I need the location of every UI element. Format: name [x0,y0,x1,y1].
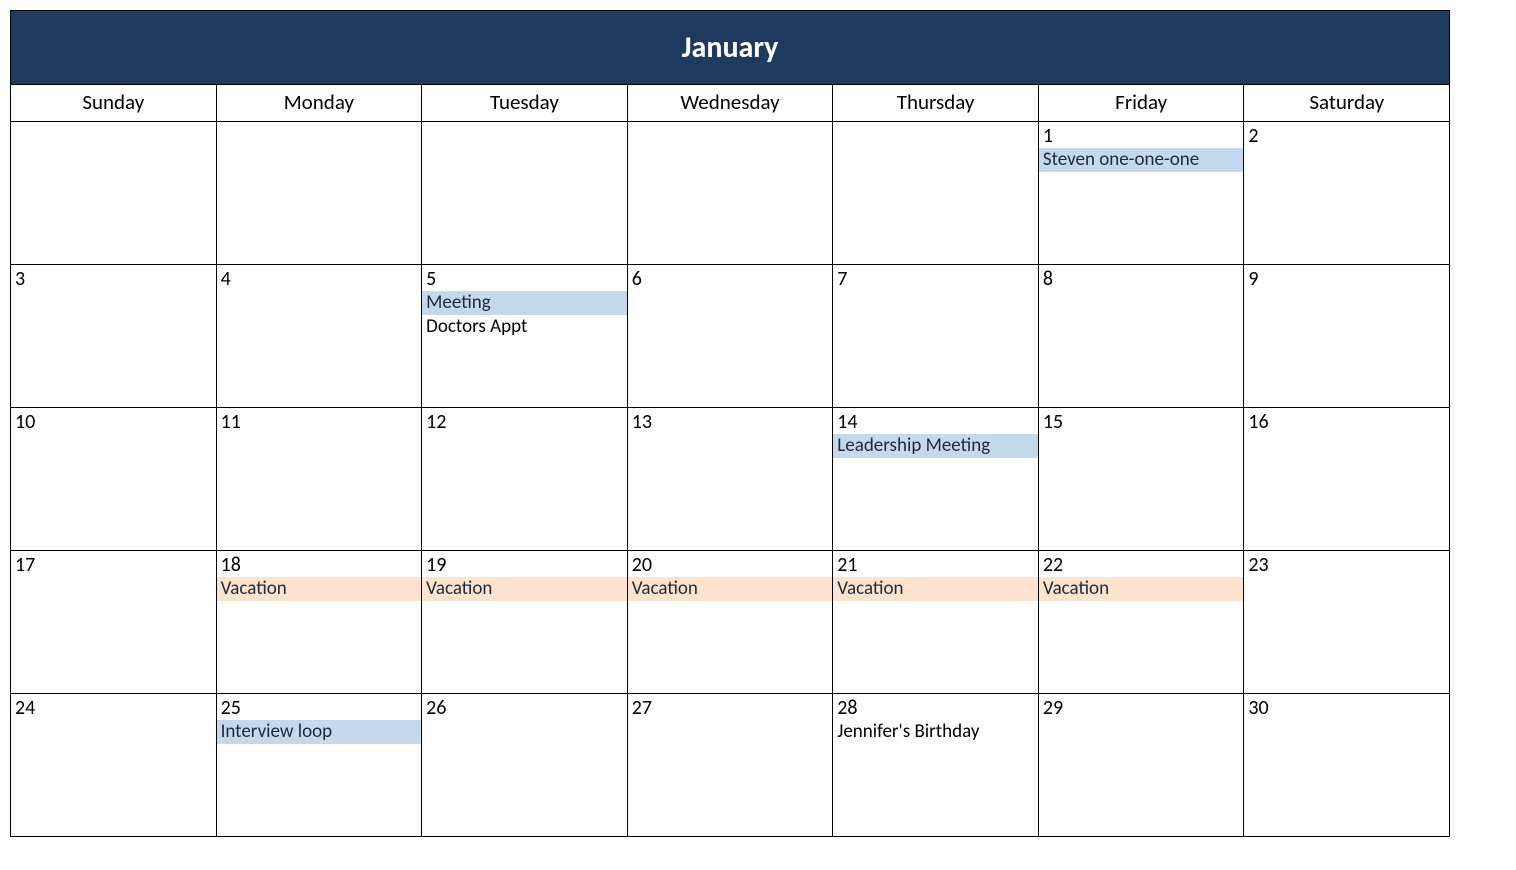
day-number: 11 [217,408,422,434]
calendar-event[interactable]: Jennifer's Birthday [833,720,1038,744]
weekday-label: Sunday [10,84,216,121]
day-number: 3 [11,265,216,291]
weekday-label: Tuesday [421,84,627,121]
day-cell[interactable]: 26 [421,693,627,836]
calendar-event[interactable]: Vacation [628,577,833,601]
calendar-event[interactable]: Meeting [422,291,627,315]
day-number: 12 [422,408,627,434]
day-cell[interactable]: 20Vacation [627,550,833,693]
day-cell[interactable] [216,121,422,264]
day-number [422,122,627,124]
day-cell[interactable]: 4 [216,264,422,407]
day-cell[interactable]: 16 [1243,407,1449,550]
day-cell[interactable] [627,121,833,264]
day-cell[interactable]: 19Vacation [421,550,627,693]
day-number: 30 [1244,694,1449,720]
day-number: 10 [11,408,216,434]
day-cell[interactable]: 27 [627,693,833,836]
day-number: 16 [1244,408,1449,434]
day-cell[interactable]: 23 [1243,550,1449,693]
day-number: 14 [833,408,1038,434]
day-cell[interactable]: 28Jennifer's Birthday [832,693,1038,836]
day-cell[interactable]: 6 [627,264,833,407]
day-cell[interactable]: 25Interview loop [216,693,422,836]
day-cell[interactable]: 8 [1038,264,1244,407]
weekday-label: Saturday [1243,84,1449,121]
day-cell[interactable]: 1Steven one-one-one [1038,121,1244,264]
day-cell[interactable]: 5MeetingDoctors Appt [421,264,627,407]
weeks-grid: 1Steven one-one-one2345MeetingDoctors Ap… [10,121,1449,836]
day-number [833,122,1038,124]
day-number [11,122,216,124]
day-cell[interactable]: 30 [1243,693,1449,836]
day-number: 9 [1244,265,1449,291]
calendar-event[interactable]: Leadership Meeting [833,434,1038,458]
day-number [217,122,422,124]
day-cell[interactable]: 11 [216,407,422,550]
day-number: 20 [628,551,833,577]
day-number: 15 [1039,408,1244,434]
day-cell[interactable]: 7 [832,264,1038,407]
day-cell[interactable]: 29 [1038,693,1244,836]
day-number: 21 [833,551,1038,577]
weekday-label: Friday [1038,84,1244,121]
day-cell[interactable]: 14Leadership Meeting [832,407,1038,550]
day-cell[interactable] [10,121,216,264]
day-number: 5 [422,265,627,291]
day-number: 7 [833,265,1038,291]
day-number: 28 [833,694,1038,720]
day-number: 4 [217,265,422,291]
day-cell[interactable]: 17 [10,550,216,693]
calendar-event[interactable]: Vacation [217,577,422,601]
month-header: January [10,10,1449,84]
day-number: 13 [628,408,833,434]
weekday-label: Wednesday [627,84,833,121]
day-cell[interactable]: 10 [10,407,216,550]
day-cell[interactable]: 21Vacation [832,550,1038,693]
day-cell[interactable] [421,121,627,264]
day-number: 1 [1039,122,1244,148]
weekday-row: Sunday Monday Tuesday Wednesday Thursday… [10,84,1449,121]
day-number: 26 [422,694,627,720]
calendar-event[interactable]: Interview loop [217,720,422,744]
day-number: 6 [628,265,833,291]
day-number: 27 [628,694,833,720]
day-number: 18 [217,551,422,577]
day-cell[interactable]: 24 [10,693,216,836]
day-number: 29 [1039,694,1244,720]
calendar-event[interactable]: Vacation [833,577,1038,601]
day-number: 2 [1244,122,1449,148]
day-cell[interactable]: 22Vacation [1038,550,1244,693]
day-number: 22 [1039,551,1244,577]
day-number: 17 [11,551,216,577]
day-number: 24 [11,694,216,720]
day-number: 19 [422,551,627,577]
day-cell[interactable] [832,121,1038,264]
calendar-event[interactable]: Doctors Appt [422,315,627,339]
calendar-event[interactable]: Vacation [1039,577,1244,601]
day-cell[interactable]: 13 [627,407,833,550]
calendar-event[interactable]: Vacation [422,577,627,601]
day-number: 23 [1244,551,1449,577]
day-cell[interactable]: 12 [421,407,627,550]
day-number [628,122,833,124]
day-number: 8 [1039,265,1244,291]
day-cell[interactable]: 15 [1038,407,1244,550]
calendar-event[interactable]: Steven one-one-one [1039,148,1244,172]
calendar: January Sunday Monday Tuesday Wednesday … [10,10,1450,837]
day-cell[interactable]: 18Vacation [216,550,422,693]
weekday-label: Thursday [832,84,1038,121]
weekday-label: Monday [216,84,422,121]
day-cell[interactable]: 2 [1243,121,1449,264]
day-cell[interactable]: 3 [10,264,216,407]
day-number: 25 [217,694,422,720]
month-title: January [682,29,779,66]
day-cell[interactable]: 9 [1243,264,1449,407]
